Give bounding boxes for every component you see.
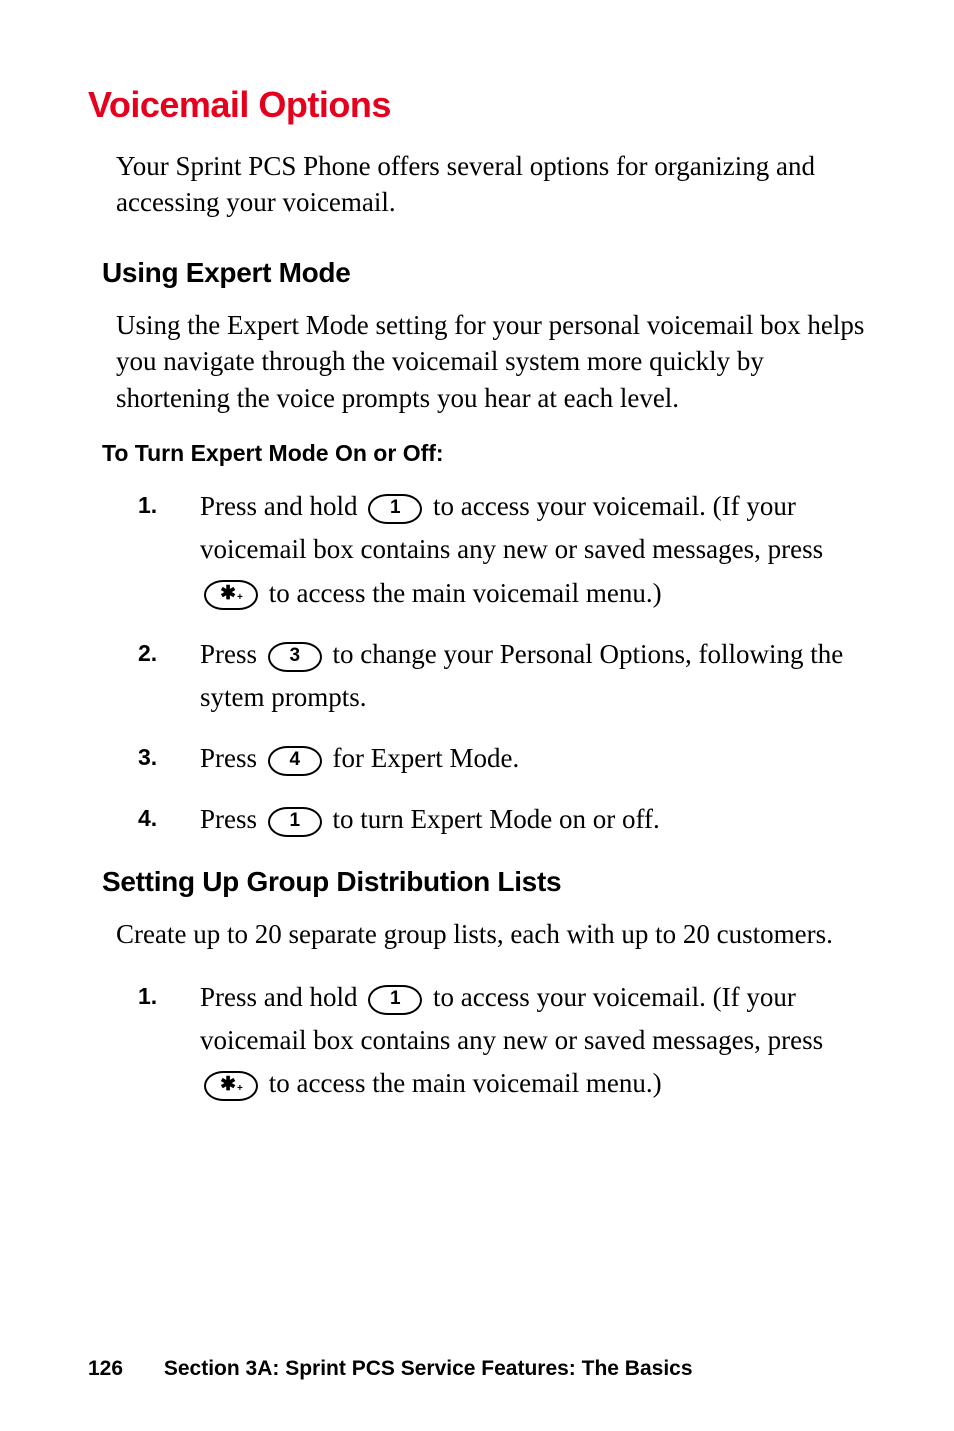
step-text: Press <box>200 804 264 834</box>
key-star-icon: ✱ <box>204 580 258 610</box>
step-number: 4. <box>138 800 157 837</box>
step-text: Press <box>200 743 264 773</box>
step-number: 1. <box>138 487 157 524</box>
step-text: Press <box>200 639 264 669</box>
key-3-icon: 3 <box>268 642 322 672</box>
step-item: 4. Press 1 to turn Expert Mode on or off… <box>88 798 866 841</box>
step-text: to access the main voicemail menu.) <box>269 1068 662 1098</box>
expert-mode-toggle-heading: To Turn Expert Mode On or Off: <box>88 440 866 467</box>
step-text: to access the main voicemail menu.) <box>269 578 662 608</box>
step-item: 1. Press and hold 1 to access your voice… <box>88 485 866 615</box>
page-number: 126 <box>88 1357 158 1381</box>
group-lists-body: Create up to 20 separate group lists, ea… <box>88 916 866 952</box>
key-1-icon: 1 <box>268 807 322 837</box>
key-star-icon: ✱ <box>204 1071 258 1101</box>
step-text: Press and hold <box>200 982 364 1012</box>
expert-mode-steps: 1. Press and hold 1 to access your voice… <box>88 485 866 841</box>
document-page: Voicemail Options Your Sprint PCS Phone … <box>0 0 954 1431</box>
step-text: for Expert Mode. <box>333 743 520 773</box>
group-lists-heading: Setting Up Group Distribution Lists <box>88 866 866 898</box>
step-number: 2. <box>138 635 157 672</box>
key-1-icon: 1 <box>368 494 422 524</box>
step-number: 3. <box>138 739 157 776</box>
page-footer: 126 Section 3A: Sprint PCS Service Featu… <box>88 1357 866 1381</box>
step-text: Press and hold <box>200 491 364 521</box>
section-title: Voicemail Options <box>88 84 866 126</box>
section-intro: Your Sprint PCS Phone offers several opt… <box>88 148 866 221</box>
footer-label: Section 3A: Sprint PCS Service Features:… <box>164 1357 693 1380</box>
step-item: 3. Press 4 for Expert Mode. <box>88 737 866 780</box>
expert-mode-body: Using the Expert Mode setting for your p… <box>88 307 866 416</box>
key-1-icon: 1 <box>368 985 422 1015</box>
group-lists-steps: 1. Press and hold 1 to access your voice… <box>88 976 866 1106</box>
expert-mode-heading: Using Expert Mode <box>88 257 866 289</box>
step-number: 1. <box>138 978 157 1015</box>
step-item: 1. Press and hold 1 to access your voice… <box>88 976 866 1106</box>
step-item: 2. Press 3 to change your Personal Optio… <box>88 633 866 719</box>
key-4-icon: 4 <box>268 746 322 776</box>
step-text: to turn Expert Mode on or off. <box>333 804 660 834</box>
